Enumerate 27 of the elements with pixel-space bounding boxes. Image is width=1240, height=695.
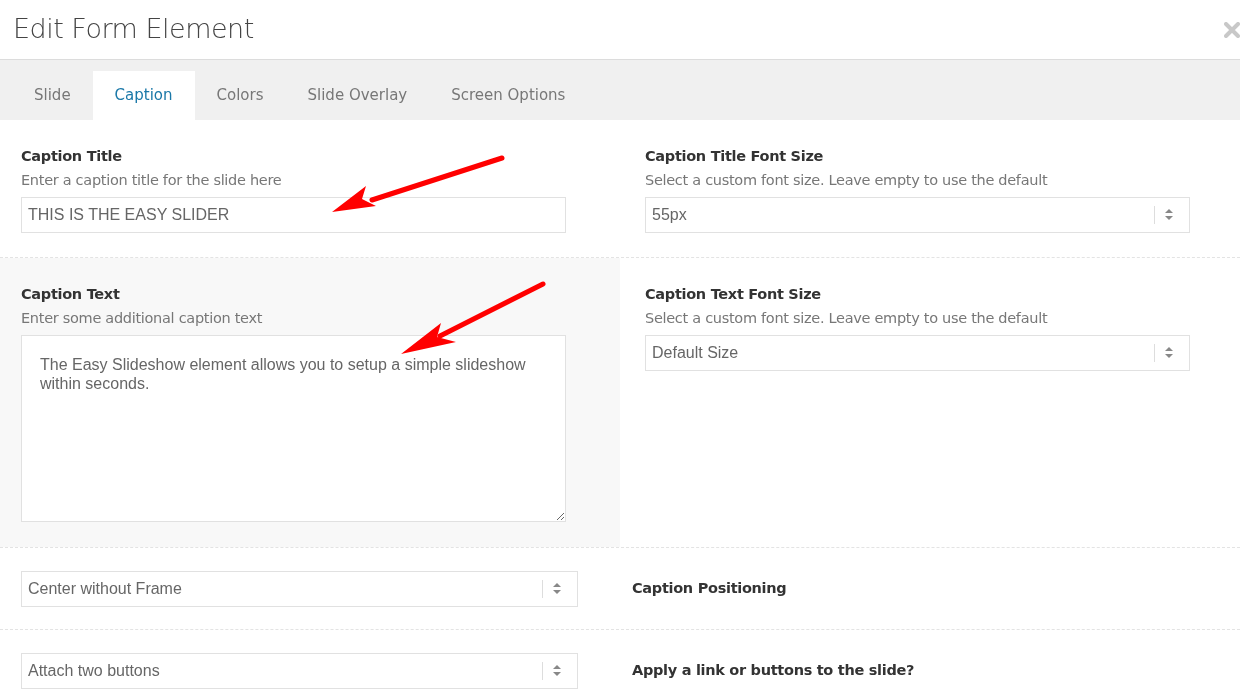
field-label: Caption Title	[21, 147, 123, 166]
select-field[interactable]: Default Size	[645, 334, 1190, 371]
select-field[interactable]: 55px	[645, 196, 1190, 233]
field-label: Caption Title Font Size	[645, 147, 825, 166]
field-label: Caption Text Font Size	[645, 285, 822, 304]
text-input[interactable]: THIS IS THE EASY SLIDER	[21, 196, 566, 233]
field-label: Apply a link or buttons to the slide?	[632, 660, 916, 680]
field-description: Select a custom font size. Leave empty to use the default	[645, 171, 1049, 190]
tab[interactable]: Caption	[92, 71, 195, 120]
tab[interactable]: Slide Overlay	[285, 71, 430, 120]
close-icon[interactable]	[1224, 21, 1240, 38]
tab[interactable]: Screen Options	[429, 71, 588, 120]
select-field[interactable]: Attach two buttons	[21, 652, 578, 689]
tab[interactable]: Colors	[194, 71, 286, 120]
field-label: Caption Positioning	[632, 578, 788, 598]
select-field[interactable]: Center without Frame	[21, 570, 578, 607]
tab[interactable]: Slide	[12, 71, 93, 120]
dialog-title: Edit Form Element	[13, 12, 254, 47]
sort-icon	[1165, 347, 1173, 359]
sort-icon	[553, 665, 561, 676]
sort-icon	[1165, 209, 1173, 221]
text-area[interactable]: The Easy Slideshow element allows you to setup a simple slideshow within seconds.	[21, 334, 566, 522]
field-description: Enter some additional caption text	[21, 309, 264, 328]
sort-icon	[553, 583, 561, 594]
field-description: Select a custom font size. Leave empty to use the default	[645, 309, 1049, 328]
field-label: Caption Text	[21, 285, 121, 304]
field-description: Enter a caption title for the slide here	[21, 171, 283, 190]
